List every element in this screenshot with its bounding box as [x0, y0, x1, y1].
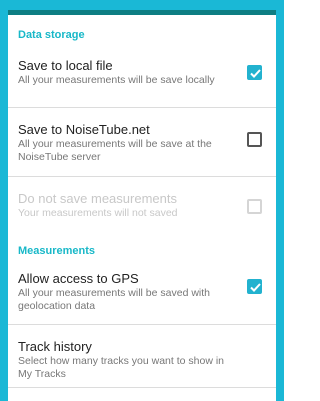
section-header-data-storage: Data storage: [18, 29, 85, 41]
save-local-checkbox[interactable]: [247, 65, 262, 80]
setting-title: Allow access to GPS: [18, 271, 139, 286]
setting-summary: All your measurements will be saved with…: [18, 287, 210, 312]
check-icon: [250, 69, 261, 78]
check-icon: [250, 283, 261, 292]
divider: [8, 387, 276, 388]
setting-title: Save to local file: [18, 58, 113, 73]
setting-save-local[interactable]: Save to local file All your measurements…: [8, 43, 276, 107]
setting-title: Save to NoiseTube.net: [18, 122, 150, 137]
save-noisetube-checkbox[interactable]: [247, 132, 262, 147]
section-header-measurements: Measurements: [18, 245, 96, 257]
setting-do-not-save[interactable]: Do not save measurements Your measuremen…: [8, 177, 276, 237]
setting-summary: All your measurements will be save at th…: [18, 138, 212, 163]
setting-track-history[interactable]: Track history Select how many tracks you…: [8, 325, 276, 387]
setting-summary: Select how many tracks you want to show …: [18, 355, 225, 380]
setting-gps[interactable]: Allow access to GPS All your measurement…: [8, 264, 276, 324]
setting-summary: All your measurements will be save local…: [18, 74, 215, 86]
setting-save-noisetube[interactable]: Save to NoiseTube.net All your measureme…: [8, 108, 276, 176]
setting-title: Do not save measurements: [18, 191, 177, 206]
gps-checkbox[interactable]: [247, 279, 262, 294]
setting-title: Track history: [18, 339, 92, 354]
do-not-save-checkbox[interactable]: [247, 199, 262, 214]
settings-list: Data storage Save to local file All your…: [8, 15, 276, 401]
setting-summary: Your measurements will not saved: [18, 207, 178, 219]
